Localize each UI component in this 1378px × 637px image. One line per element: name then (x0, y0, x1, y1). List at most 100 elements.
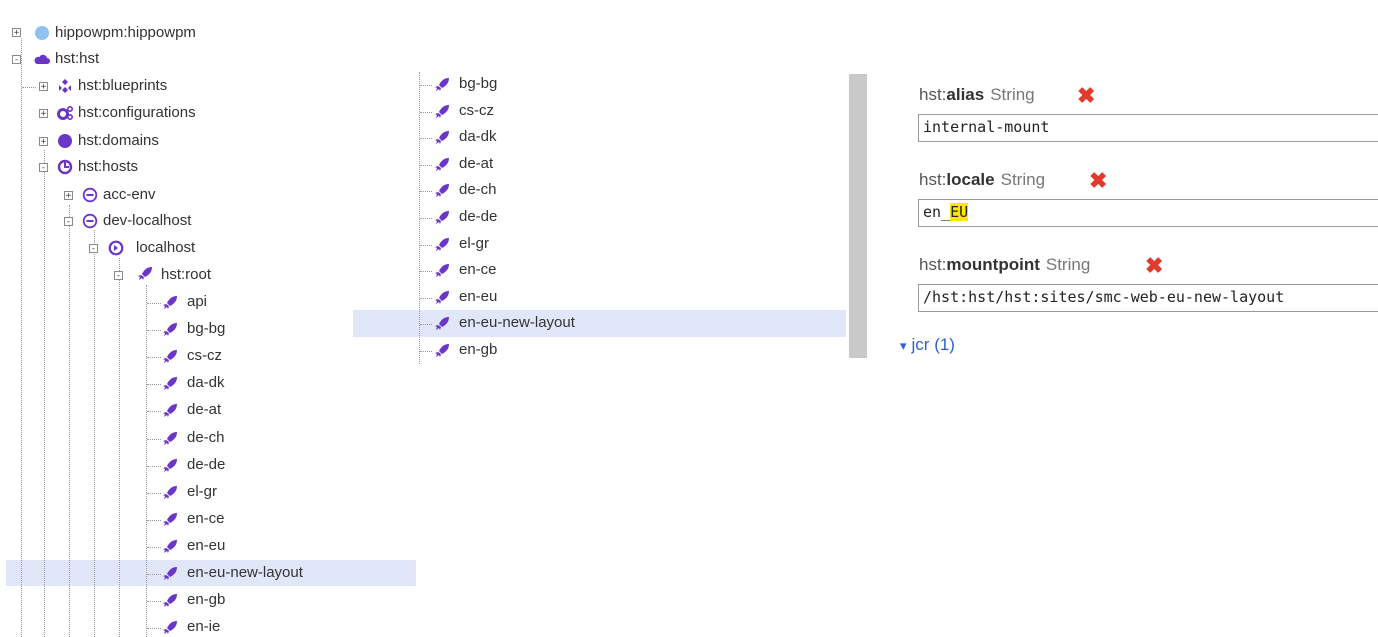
collapse-toggle[interactable]: - (39, 163, 48, 173)
property-label: hst:locale String (919, 170, 1045, 190)
expand-toggle[interactable]: + (64, 191, 73, 201)
tree-node-label[interactable]: de-ch (187, 429, 225, 446)
delete-property-icon[interactable]: ✖ (1077, 85, 1095, 107)
mount-icon (163, 459, 177, 472)
tree-connector (147, 357, 161, 358)
mount-icon (163, 350, 177, 363)
tree-connector (420, 191, 432, 192)
tree-node-label[interactable]: en-gb (187, 591, 225, 608)
mount-icon (163, 513, 177, 526)
tree-node-label[interactable]: en-eu (187, 537, 225, 554)
property-name: alias (946, 85, 985, 104)
hosts-icon (57, 159, 73, 175)
tree-connector (147, 493, 161, 494)
jcr-section-toggle[interactable]: ▾ jcr (1) (900, 335, 955, 355)
tree-connector (420, 324, 432, 325)
property-name: mountpoint (946, 255, 1040, 274)
alias-value-field[interactable]: internal-mount (918, 114, 1378, 142)
tree-node-label[interactable]: de-at (187, 401, 221, 418)
tree-node-label[interactable]: bg-bg (187, 320, 225, 337)
mountpoint-value-field[interactable]: /hst:hst/hst:sites/smc-web-eu-new-layout (918, 284, 1378, 312)
tree-connector (420, 138, 432, 139)
tree-node-label[interactable]: hippowpm:hippowpm (55, 24, 196, 41)
property-type: String (1000, 170, 1046, 189)
property-name: locale (946, 170, 995, 189)
circle-icon (35, 26, 49, 40)
tree-node-label[interactable]: en-ie (187, 618, 220, 635)
tree-connector (147, 411, 161, 412)
collapse-toggle[interactable]: - (114, 271, 123, 281)
mount-icon (163, 621, 177, 634)
tree-node-label[interactable]: hst:blueprints (78, 77, 167, 94)
tree-connector (420, 112, 432, 113)
list-item-label[interactable]: da-dk (459, 128, 497, 145)
tree-connector (147, 628, 161, 629)
collapse-toggle[interactable]: - (64, 217, 73, 227)
mount-icon (138, 267, 152, 280)
tree-guide (44, 150, 45, 637)
tree-connector (147, 303, 161, 304)
collapse-toggle[interactable]: - (89, 244, 98, 254)
mount-icon (435, 211, 449, 224)
expand-toggle[interactable]: + (12, 28, 21, 38)
tree-node-label[interactable]: hst:hst (55, 50, 99, 67)
tree-node-label[interactable]: api (187, 293, 207, 310)
tree-guide (146, 285, 147, 637)
expand-toggle[interactable]: + (39, 137, 48, 147)
tree-connector (147, 384, 161, 385)
tree-connector (22, 87, 36, 88)
tree-node-label[interactable]: da-dk (187, 374, 225, 391)
property-label: hst:mountpoint String (919, 255, 1090, 275)
tree-node-label[interactable]: hst:configurations (78, 104, 196, 121)
mount-icon (163, 540, 177, 553)
list-item-label[interactable]: el-gr (459, 235, 489, 252)
tree-connector (420, 245, 432, 246)
tree-node-label[interactable]: hst:root (161, 266, 211, 283)
mount-icon (435, 344, 449, 357)
list-item-label[interactable]: en-ce (459, 261, 497, 278)
tree-node-label[interactable]: en-ce (187, 510, 225, 527)
list-item-label[interactable]: de-at (459, 155, 493, 172)
tree-guide (94, 230, 95, 637)
expand-toggle[interactable]: + (39, 109, 48, 119)
tree-connector (420, 85, 432, 86)
list-item-label[interactable]: de-ch (459, 181, 497, 198)
property-prefix: hst: (919, 170, 947, 189)
tree-node-label[interactable]: hst:hosts (78, 158, 138, 175)
host-icon (108, 240, 124, 256)
collapse-toggle[interactable]: - (12, 55, 21, 65)
delete-property-icon[interactable]: ✖ (1145, 255, 1163, 277)
tree-node-label[interactable]: dev-localhost (103, 212, 191, 229)
list-item-label[interactable]: en-eu (459, 288, 497, 305)
list-item-label[interactable]: cs-cz (459, 102, 494, 119)
tree-node-label[interactable]: cs-cz (187, 347, 222, 364)
tree-node-label[interactable]: localhost (136, 239, 195, 256)
list-item-label[interactable]: en-eu-new-layout (459, 314, 575, 331)
locale-value-field[interactable]: en_EU (918, 199, 1378, 227)
tree-node-label[interactable]: en-eu-new-layout (187, 564, 303, 581)
search-highlight: EU (950, 203, 969, 221)
cogs-icon (57, 106, 73, 120)
property-prefix: hst: (919, 85, 947, 104)
delete-property-icon[interactable]: ✖ (1089, 170, 1107, 192)
mount-icon (163, 296, 177, 309)
tree-connector (420, 298, 432, 299)
tree-connector (147, 547, 161, 548)
caret-down-icon: ▾ (900, 338, 907, 353)
tree-node-label[interactable]: el-gr (187, 483, 217, 500)
tree-node-label[interactable]: hst:domains (78, 132, 159, 149)
mount-icon (435, 158, 449, 171)
list-item-label[interactable]: de-de (459, 208, 497, 225)
mount-icon (435, 78, 449, 91)
list-item-label[interactable]: bg-bg (459, 75, 497, 92)
list-item-label[interactable]: en-gb (459, 341, 497, 358)
mount-icon (163, 377, 177, 390)
tree-connector (147, 601, 161, 602)
tree-node-label[interactable]: acc-env (103, 186, 156, 203)
mount-icon (163, 594, 177, 607)
tree-node-label[interactable]: de-de (187, 456, 225, 473)
expand-toggle[interactable]: + (39, 82, 48, 92)
property-prefix: hst: (919, 255, 947, 274)
tree-guide (119, 258, 120, 637)
scrollbar[interactable] (849, 74, 867, 358)
